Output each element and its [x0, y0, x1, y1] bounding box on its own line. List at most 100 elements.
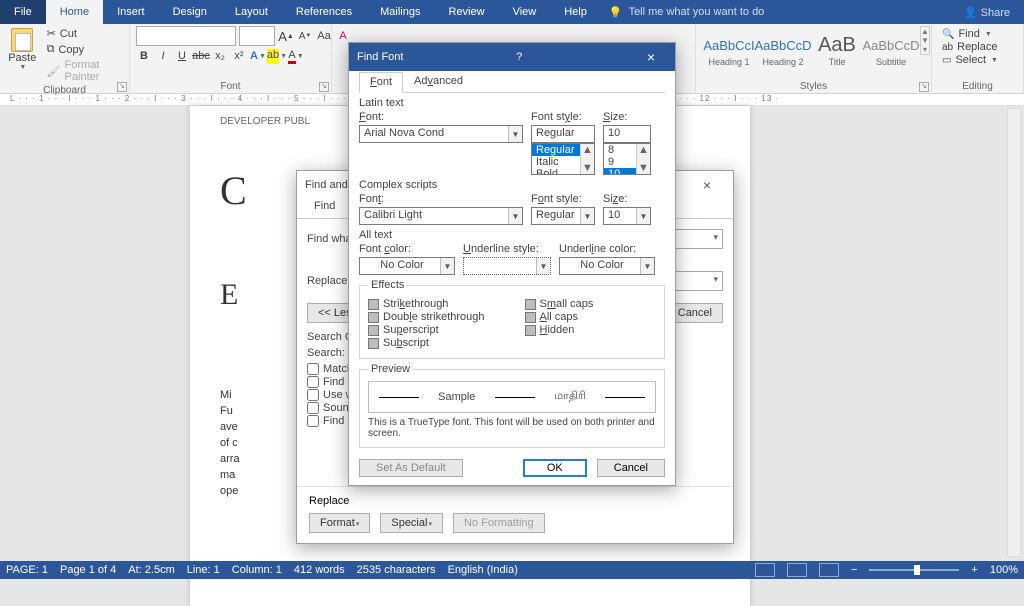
change-case-button[interactable]: Aa	[316, 28, 332, 44]
size-listbox[interactable]: 8 9 10 ▲▼	[603, 143, 651, 175]
font-size-select[interactable]	[239, 26, 275, 46]
paste-button[interactable]: Paste ▼	[6, 26, 39, 71]
superscript-button[interactable]: x²	[231, 48, 247, 64]
status-chars[interactable]: 2535 characters	[357, 564, 436, 576]
zoom-slider[interactable]	[869, 569, 959, 571]
status-page[interactable]: PAGE: 1	[6, 564, 48, 576]
dialog-titlebar[interactable]: Find Font ? ×	[349, 43, 675, 71]
status-words[interactable]: 412 words	[294, 564, 345, 576]
format-painter-button[interactable]: 🖌Format Painter	[43, 58, 123, 84]
find-button[interactable]: 🔍Find▼	[938, 28, 1002, 40]
subscript-button[interactable]: x₂	[212, 48, 228, 64]
superscript-checkbox[interactable]: Superscript	[368, 324, 485, 336]
chevron-down-icon[interactable]: ▼	[508, 126, 522, 142]
style-heading1[interactable]: AaBbCcIHeading 1	[702, 26, 756, 74]
small-caps-checkbox[interactable]: Small caps	[525, 298, 594, 310]
shrink-font-button[interactable]: A▼	[297, 28, 313, 44]
highlight-button[interactable]: ab▼	[269, 48, 285, 64]
underline-button[interactable]: U	[174, 48, 190, 64]
ok-button[interactable]: OK	[523, 459, 587, 477]
strikethrough-checkbox[interactable]: Strikethrough	[368, 298, 485, 310]
insert-tab[interactable]: Insert	[103, 0, 159, 24]
close-icon[interactable]: ×	[635, 49, 667, 65]
references-tab[interactable]: References	[282, 0, 366, 24]
home-tab[interactable]: Home	[46, 0, 103, 24]
listbox-scrollbar[interactable]: ▲▼	[580, 144, 594, 174]
latin-style-combo[interactable]: Regular	[531, 125, 595, 143]
status-column[interactable]: Column: 1	[232, 564, 282, 576]
hidden-checkbox[interactable]: Hidden	[525, 324, 594, 336]
underline-color-combo[interactable]: No Color▼	[559, 257, 655, 275]
share-button[interactable]: 👤 Share	[964, 6, 1010, 19]
help-tab[interactable]: Help	[550, 0, 601, 24]
style-title[interactable]: AaBTitle	[810, 26, 864, 74]
style-subtitle[interactable]: AaBbCcDSubtitle	[864, 26, 918, 74]
chevron-down-icon[interactable]: ▼	[536, 258, 550, 274]
tell-me-search[interactable]: 💡 Tell me what you want to do	[609, 6, 764, 19]
font-color-button[interactable]: A▼	[288, 48, 304, 64]
chevron-down-icon[interactable]: ▼	[640, 258, 654, 274]
complex-style-combo[interactable]: Regular▼	[531, 207, 595, 225]
view-tab[interactable]: View	[499, 0, 551, 24]
chevron-down-icon[interactable]: ▼	[636, 208, 650, 224]
vertical-scrollbar[interactable]	[1007, 108, 1021, 557]
status-lang[interactable]: English (India)	[448, 564, 518, 576]
copy-button[interactable]: ⧉Copy	[43, 42, 123, 57]
status-at[interactable]: At: 2.5cm	[128, 564, 174, 576]
file-tab[interactable]: File	[0, 0, 46, 24]
double-strike-checkbox[interactable]: Double strikethrough	[368, 311, 485, 323]
select-button[interactable]: ▭Select▼	[938, 54, 1002, 66]
zoom-in-icon[interactable]: +	[971, 564, 977, 576]
styles-gallery[interactable]: AaBbCcIHeading 1 AaBbCcDHeading 2 AaBTit…	[702, 26, 918, 74]
chevron-down-icon[interactable]: ▼	[580, 208, 594, 224]
all-caps-checkbox[interactable]: All caps	[525, 311, 594, 323]
mailings-tab[interactable]: Mailings	[366, 0, 434, 24]
read-mode-button[interactable]	[755, 563, 775, 577]
styles-more-button[interactable]: ▲ ▼ ▾	[920, 26, 930, 55]
font-name-select[interactable]	[136, 26, 236, 46]
set-default-button[interactable]: Set As Default	[359, 459, 463, 477]
help-icon[interactable]: ?	[507, 51, 531, 63]
font-color-combo[interactable]: No Color▼	[359, 257, 455, 275]
font-style-label: Font style:	[531, 111, 595, 123]
review-tab[interactable]: Review	[435, 0, 499, 24]
complex-font-combo[interactable]: Calibri Light▼	[359, 207, 523, 225]
advanced-tab[interactable]: Advanced	[403, 71, 474, 92]
web-layout-button[interactable]	[819, 563, 839, 577]
style-heading2[interactable]: AaBbCcDHeading 2	[756, 26, 810, 74]
find-tab[interactable]: Find	[303, 197, 346, 218]
underline-style-combo[interactable]: ▼	[463, 257, 551, 275]
dialog-launcher-icon[interactable]: ↘	[117, 82, 127, 92]
grow-font-button[interactable]: A▲	[278, 28, 294, 44]
close-icon[interactable]: ×	[689, 177, 725, 193]
layout-tab[interactable]: Layout	[221, 0, 282, 24]
no-formatting-button[interactable]: No Formatting	[453, 513, 545, 533]
zoom-out-icon[interactable]: −	[851, 564, 857, 576]
print-layout-button[interactable]	[787, 563, 807, 577]
design-tab[interactable]: Design	[159, 0, 221, 24]
status-line[interactable]: Line: 1	[187, 564, 220, 576]
listbox-scrollbar[interactable]: ▲▼	[636, 144, 650, 174]
cut-button[interactable]: ✂Cut	[43, 26, 123, 41]
chevron-down-icon[interactable]: ▼	[508, 208, 522, 224]
cancel-button[interactable]: Cancel	[597, 459, 665, 477]
dialog-launcher-icon[interactable]: ↘	[319, 82, 329, 92]
latin-font-combo[interactable]: Arial Nova Cond▼	[359, 125, 523, 143]
text-effects-button[interactable]: A▼	[250, 48, 266, 64]
dialog-launcher-icon[interactable]: ↘	[919, 82, 929, 92]
subscript-checkbox[interactable]: Subscript	[368, 337, 485, 349]
bold-button[interactable]: B	[136, 48, 152, 64]
italic-button[interactable]: I	[155, 48, 171, 64]
strikethrough-button[interactable]: abc	[193, 48, 209, 64]
chevron-down-icon[interactable]: ▼	[440, 258, 454, 274]
style-listbox[interactable]: Regular Italic Bold ▲▼	[531, 143, 595, 175]
replace-button[interactable]: abReplace	[938, 41, 1002, 53]
zoom-thumb[interactable]	[914, 565, 920, 575]
format-button[interactable]: Format▾	[309, 513, 370, 533]
complex-size-combo[interactable]: 10▼	[603, 207, 651, 225]
font-tab[interactable]: Font	[359, 72, 403, 93]
special-button[interactable]: Special▾	[380, 513, 443, 533]
zoom-level[interactable]: 100%	[990, 564, 1018, 576]
status-page-of[interactable]: Page 1 of 4	[60, 564, 116, 576]
latin-size-combo[interactable]: 10	[603, 125, 651, 143]
